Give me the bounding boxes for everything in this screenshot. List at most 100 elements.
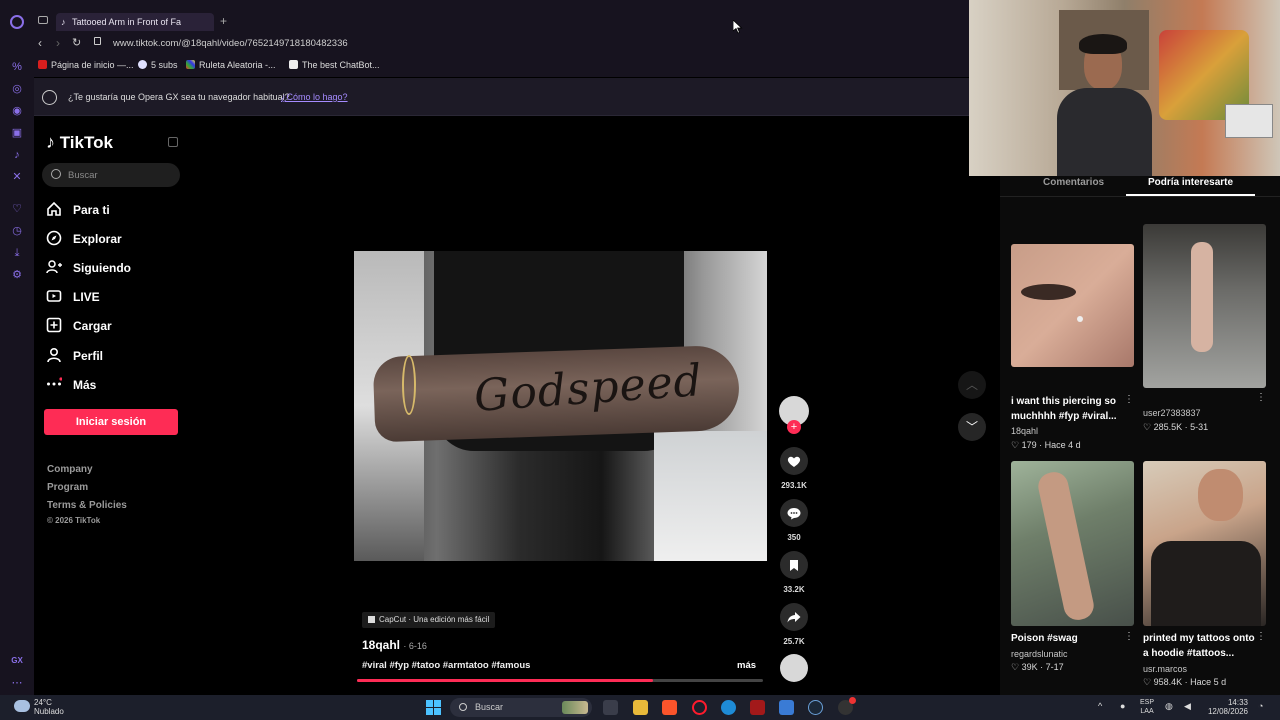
video-date: · 6-16 [403,641,427,651]
opera-logo-icon [42,90,57,105]
video-progress-bar[interactable] [357,679,763,682]
clock[interactable]: 14:33 12/08/2026 [1200,698,1248,716]
thumb-face [1198,469,1243,521]
edge-icon[interactable] [721,700,736,715]
capcut-badge[interactable]: CapCut · Una edición más fácil [362,612,496,628]
video-bracelet [402,355,416,415]
suggested-user-2[interactable]: user27383837 [1143,408,1201,418]
more-link[interactable]: más [737,660,756,671]
suggested-user-1[interactable]: 18qahl [1011,426,1038,436]
footer-program[interactable]: Program [47,482,88,493]
opera-icon[interactable] [692,700,707,715]
forward-icon[interactable]: › [56,36,60,50]
app-icon[interactable] [838,697,856,715]
file-explorer-icon[interactable] [633,700,648,715]
tab-menu-icon[interactable] [38,16,48,24]
collapse-sidebar-icon[interactable] [168,137,178,147]
reload-icon[interactable]: ↻ [72,36,81,49]
url-field[interactable]: www.tiktok.com/@18qahl/video/76521497181… [113,38,348,49]
video-author[interactable]: 18qahl · 6-16 [362,638,427,652]
search-icon [51,169,61,179]
whatsapp-icon[interactable]: ◎ [10,82,24,96]
bookmark-3[interactable]: Ruleta Aleatoria -... [186,60,276,70]
follow-plus-icon[interactable]: + [787,420,801,434]
new-tab-icon[interactable]: + [220,14,227,28]
comment-button[interactable] [780,499,808,527]
gx-label[interactable]: GX [10,654,24,668]
like-button[interactable] [780,447,808,475]
kebab-icon[interactable]: ⋮ [1256,392,1266,403]
tab-suggested[interactable]: Podría interesarte [1148,177,1233,188]
suggested-thumb-3[interactable] [1011,461,1134,626]
search-box[interactable]: Buscar [42,163,180,187]
steam-icon[interactable] [808,700,823,715]
heart-icon[interactable]: ♡ [10,202,24,216]
back-icon[interactable]: ‹ [38,36,42,50]
footer-terms[interactable]: Terms & Policies [47,500,127,511]
suggested-thumb-1[interactable] [1011,244,1134,367]
bookmark-4[interactable]: The best ChatBot... [289,60,380,70]
weather-widget[interactable]: 24°C Nublado [34,698,64,716]
opera-logo-icon[interactable] [10,15,24,29]
windows-start-icon[interactable] [426,700,441,715]
nav-explore[interactable]: Explorar [46,228,122,250]
share-button[interactable] [780,603,808,631]
nav-upload[interactable]: Cargar [46,315,112,337]
tiktok-icon[interactable]: ♪ [10,148,24,162]
tiktok-logo[interactable]: ♪ TikTok [46,132,113,153]
nav-live[interactable]: LIVE [46,286,100,308]
suggested-caption-4[interactable]: printed my tattoos onto a hoodie #tattoo… [1143,631,1258,661]
language-indicator[interactable]: ESP LAA [1140,698,1154,716]
suggested-user-4[interactable]: usr.marcos [1143,664,1187,674]
tab-comments[interactable]: Comentarios [1043,177,1104,188]
x-icon[interactable]: ✕ [10,170,24,184]
history-icon[interactable]: ◷ [10,224,24,238]
prev-video-button[interactable]: ︿ [958,371,986,399]
suggested-caption-1[interactable]: i want this piercing so muchhhh #fyp #vi… [1011,394,1121,424]
nav-following[interactable]: Siguiendo [46,257,131,279]
instagram-icon[interactable]: ▣ [10,126,24,140]
video-floor [654,431,767,561]
webcam-person-hair [1079,34,1127,54]
suggested-stats-2: ♡ 285.5K · 5-31 [1143,422,1209,432]
bookmark-2[interactable]: 5 subs [138,60,178,70]
tab-active[interactable]: ♪ Tattooed Arm in Front of Fa [56,13,214,31]
network-icon[interactable]: ◍ [1165,701,1173,712]
music-disc[interactable] [780,654,808,682]
download-icon[interactable]: ⤓ [10,246,24,260]
bookmark-1[interactable]: Página de inicio —... [38,60,134,70]
mic-icon[interactable]: ● [1120,701,1125,711]
taskbar-search[interactable]: Buscar [450,698,592,717]
search-input[interactable]: Buscar [68,170,98,181]
volume-icon[interactable]: ◀ [1184,701,1191,712]
compass-icon [46,230,62,246]
suggested-user-3[interactable]: regardslunatic [1011,649,1068,659]
banner-link[interactable]: ¿Cómo lo hago? [281,92,348,102]
nav-for-you[interactable]: Para ti [46,199,110,221]
more-dots-icon[interactable]: ⋯ [10,676,24,690]
dota-icon[interactable] [750,700,765,715]
suggested-thumb-4[interactable] [1143,461,1266,626]
video-hashtags[interactable]: #viral #fyp #tatoo #armtatoo #famous [362,660,530,671]
notifications-bell-icon[interactable]: ◔ [1258,701,1263,711]
next-video-button[interactable]: ﹀ [958,413,986,441]
store-icon[interactable] [779,700,794,715]
nav-profile[interactable]: Perfil [46,345,103,367]
kebab-icon[interactable]: ⋮ [1256,631,1266,642]
save-button[interactable] [780,551,808,579]
login-button[interactable]: Iniciar sesión [44,409,178,435]
percent-icon[interactable]: % [10,60,24,74]
suggested-caption-3[interactable]: Poison #swag [1011,631,1078,646]
tray-chevron-icon[interactable]: ^ [1098,701,1102,711]
video-player[interactable]: Godspeed [354,251,767,561]
nav-more[interactable]: Más [46,374,96,396]
kebab-icon[interactable]: ⋮ [1124,631,1134,642]
weather-cloud-icon[interactable] [14,700,30,712]
settings-icon[interactable]: ⚙ [10,268,24,282]
task-view-icon[interactable] [603,700,618,715]
kebab-icon[interactable]: ⋮ [1124,394,1134,405]
suggested-thumb-2[interactable] [1143,224,1266,388]
brave-icon[interactable] [662,700,677,715]
footer-company[interactable]: Company [47,464,93,475]
discord-icon[interactable]: ◉ [10,104,24,118]
